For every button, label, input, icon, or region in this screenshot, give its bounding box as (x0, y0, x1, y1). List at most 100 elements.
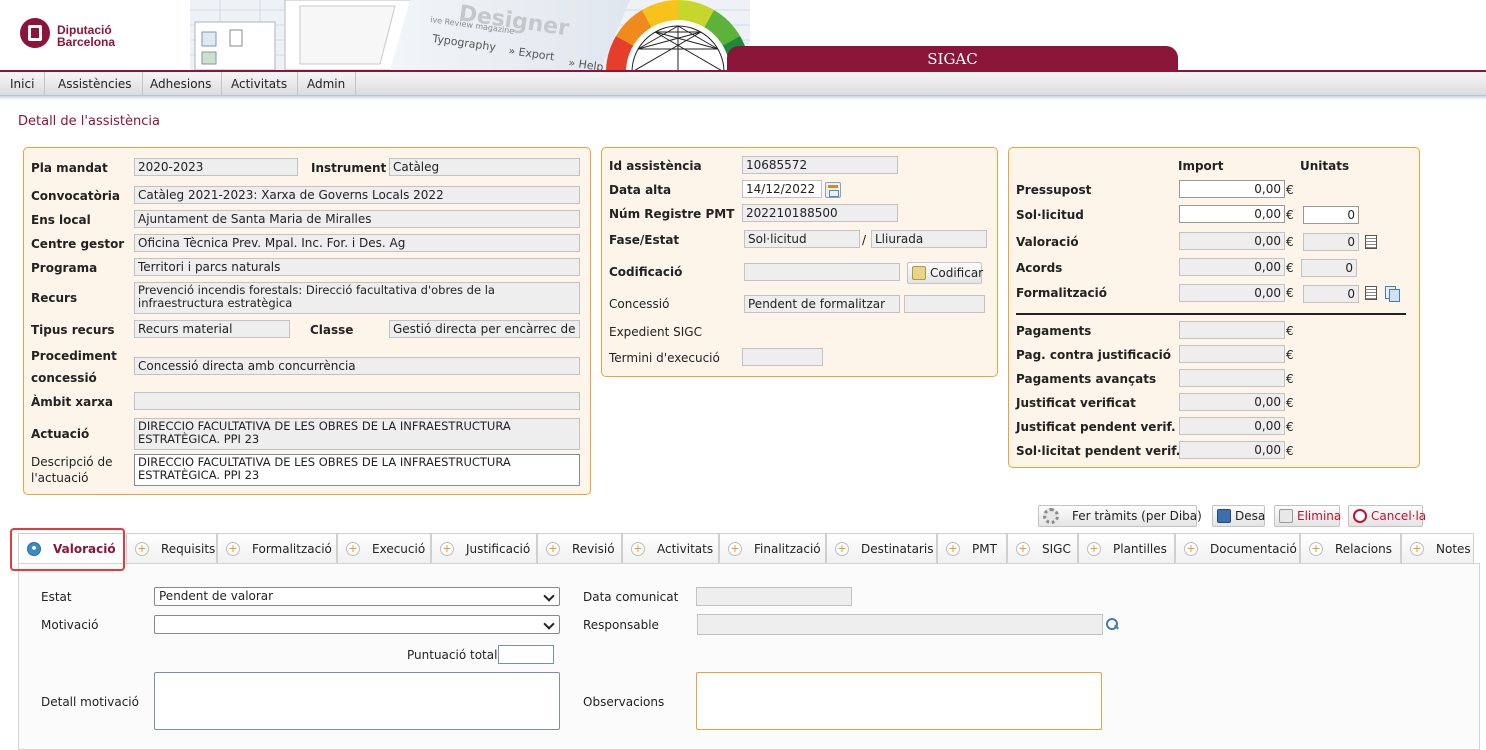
pla-mandat-label: Pla mandat (31, 161, 108, 175)
pagaments-label: Pagaments (1016, 324, 1092, 338)
pagaments-avancats-field[interactable] (1179, 369, 1285, 387)
tab-notes[interactable]: + Notes (1401, 533, 1474, 563)
save-button[interactable]: Desa (1212, 505, 1265, 527)
tab-finalitzacio[interactable]: + Finalització (719, 533, 826, 563)
valoracio-unitats-field[interactable]: 0 (1303, 233, 1359, 251)
puntuacio-total-field[interactable] (498, 645, 554, 664)
recurs-field[interactable]: Prevenció incendis forestals: Direcció f… (134, 282, 580, 314)
justificat-verificat-field[interactable]: 0,00 (1179, 393, 1285, 411)
pencil-icon (912, 266, 926, 280)
motivacio-select[interactable] (154, 615, 560, 634)
concessio-field-2[interactable] (904, 295, 985, 313)
valoracio-currency: € (1286, 235, 1294, 249)
responsable-field[interactable] (697, 614, 1103, 635)
descripcio-label-2: l'actuació (31, 471, 89, 485)
tab-requisits[interactable]: + Requisits (126, 533, 217, 563)
motivacio-label: Motivació (41, 618, 99, 632)
id-assistencia-field[interactable]: 10685572 (742, 156, 898, 174)
sollicitat-pendent-currency: € (1286, 444, 1294, 458)
tab-documentacio[interactable]: + Documentació (1175, 533, 1300, 563)
menu-item-adhesions[interactable]: Adhesions (140, 72, 223, 96)
fase-field[interactable]: Sol·licitud (744, 230, 860, 248)
instrument-field[interactable]: Catàleg (389, 158, 580, 176)
codificar-button-label: Codificar (930, 266, 984, 280)
sollicitat-pendent-field[interactable]: 0,00 (1179, 441, 1285, 459)
menu-item-inici[interactable]: Inici (0, 72, 46, 96)
chevron-down-icon (543, 590, 555, 602)
estat-field[interactable]: Lliurada (871, 230, 987, 248)
tab-formalitzacio[interactable]: + Formalització (217, 533, 337, 563)
menu-item-assistencies[interactable]: Assistències (48, 72, 143, 96)
pagaments-currency: € (1286, 324, 1294, 338)
ambit-xarxa-field[interactable] (134, 392, 580, 410)
estat-select[interactable]: Pendent de valorar (154, 587, 560, 606)
observacions-textarea[interactable] (696, 672, 1102, 730)
tab-pmt[interactable]: + PMT (937, 533, 1007, 563)
termini-execucio-label: Termini d'execució (609, 351, 720, 365)
formalitzacio-unitats-field[interactable]: 0 (1303, 285, 1359, 303)
tab-label: Formalització (252, 542, 332, 556)
fer-tramits-button[interactable]: Fer tràmits (per Diba) (1038, 505, 1202, 527)
concessio-field[interactable]: Pendent de formalitzar (744, 295, 900, 313)
tab-valoracio[interactable]: • Valoració (18, 533, 124, 563)
tab-plantilles[interactable]: + Plantilles (1078, 533, 1175, 563)
data-alta-field[interactable]: 14/12/2022 (742, 180, 822, 198)
actuacio-field[interactable]: DIRECCIO FACULTATIVA DE LES OBRES DE LA … (134, 418, 580, 450)
data-alta-label: Data alta (609, 183, 672, 197)
cancel-button[interactable]: Cancel·la (1348, 505, 1426, 527)
codificacio-field[interactable] (744, 263, 900, 281)
pagaments-field[interactable] (1179, 321, 1285, 339)
tab-activitats[interactable]: + Activitats (622, 533, 719, 563)
delete-button[interactable]: Elimina (1274, 505, 1341, 527)
puntuacio-total-label: Puntuació total: (407, 648, 502, 662)
pressupost-import-field[interactable]: 0,00 (1179, 180, 1285, 198)
tipus-recurs-field[interactable]: Recurs material (134, 320, 290, 338)
acords-import-field[interactable]: 0,00 (1179, 258, 1285, 276)
menu-item-admin[interactable]: Admin (297, 72, 357, 96)
classe-field[interactable]: Gestió directa per encàrrec de l'e (389, 320, 580, 338)
data-comunicat-field[interactable] (696, 587, 852, 606)
tab-sigc[interactable]: + SIGC (1007, 533, 1078, 563)
acords-unitats-field[interactable]: 0 (1301, 259, 1357, 277)
plus-icon: + (1309, 542, 1323, 556)
pag-contra-justificacio-label: Pag. contra justificació (1016, 348, 1171, 362)
tab-label: Destinataris (861, 542, 934, 556)
diputacio-logo-icon[interactable] (20, 18, 50, 48)
plus-icon: + (1410, 542, 1424, 556)
copy-icon[interactable] (1385, 286, 1400, 302)
formalitzacio-calculator-icon[interactable] (1365, 286, 1377, 300)
convocatoria-field[interactable]: Catàleg 2021-2023: Xarxa de Governs Loca… (134, 186, 580, 204)
plus-icon: + (946, 542, 960, 556)
calendar-icon[interactable] (825, 182, 841, 198)
detall-motivacio-textarea[interactable] (154, 672, 560, 730)
valoracio-import-field[interactable]: 0,00 (1179, 232, 1285, 250)
num-registre-label: Núm Registre PMT (609, 207, 735, 221)
tab-label: SIGC (1042, 542, 1071, 556)
termini-execucio-field[interactable] (742, 348, 823, 366)
descripcio-actuacio-field[interactable]: DIRECCIO FACULTATIVA DE LES OBRES DE LA … (134, 454, 580, 486)
centre-gestor-label: Centre gestor (31, 237, 125, 251)
codificar-button[interactable]: Codificar (907, 262, 984, 284)
menu-item-activitats[interactable]: Activitats (221, 72, 299, 96)
plus-icon: + (1184, 542, 1198, 556)
num-registre-field[interactable]: 202210188500 (742, 204, 898, 222)
centre-gestor-field[interactable]: Oficina Tècnica Prev. Mpal. Inc. For. i … (134, 234, 580, 252)
sollicitud-import-field[interactable]: 0,00 (1179, 205, 1285, 223)
sollicitud-unitats-field[interactable]: 0 (1303, 206, 1359, 224)
tab-relacions[interactable]: + Relacions (1300, 533, 1401, 563)
valoracio-calculator-icon[interactable] (1365, 235, 1377, 249)
ens-local-field[interactable]: Ajuntament de Santa Maria de Miralles (134, 210, 580, 228)
pla-mandat-field[interactable]: 2020-2023 (134, 158, 298, 176)
tab-execucio[interactable]: + Execució (337, 533, 431, 563)
programa-field[interactable]: Territori i parcs naturals (134, 258, 580, 276)
tipus-recurs-label: Tipus recurs (31, 323, 115, 337)
formalitzacio-import-field[interactable]: 0,00 (1179, 284, 1285, 302)
search-icon[interactable] (1106, 618, 1118, 630)
tab-destinataris[interactable]: + Destinataris (826, 533, 937, 563)
procediment-field[interactable]: Concessió directa amb concurrència (134, 357, 580, 375)
justificat-pendent-field[interactable]: 0,00 (1179, 417, 1285, 435)
tab-revisio[interactable]: + Revisió (537, 533, 622, 563)
pag-contra-justificacio-field[interactable] (1179, 345, 1285, 363)
fer-tramits-label: Fer tràmits (per Diba) (1072, 509, 1202, 523)
tab-justificacio[interactable]: + Justificació (431, 533, 537, 563)
